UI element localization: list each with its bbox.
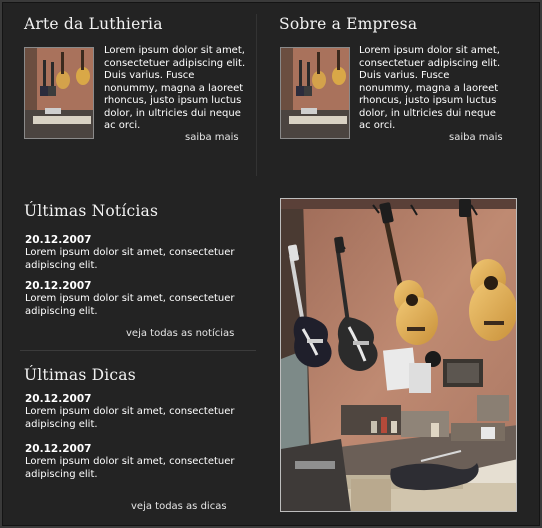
- empresa-thumbnail: [280, 47, 350, 139]
- empresa-text: Lorem ipsum dolor sit amet, consectetuer…: [359, 45, 501, 131]
- news-text[interactable]: Lorem ipsum dolor sit amet, consectetuer…: [25, 293, 235, 318]
- section-title-noticias: Últimas Notícias: [24, 202, 159, 220]
- section-divider: [20, 350, 256, 351]
- news-date: 20.12.2007: [25, 234, 92, 246]
- tip-date: 20.12.2007: [25, 393, 92, 405]
- section-title-luthieria: Arte da Luthieria: [24, 15, 163, 33]
- luthieria-text: Lorem ipsum dolor sit amet, consectetuer…: [104, 45, 246, 131]
- tip-date: 20.12.2007: [25, 443, 92, 455]
- tip-text[interactable]: Lorem ipsum dolor sit amet, consectetuer…: [25, 456, 235, 481]
- all-tips-link[interactable]: veja todas as dicas: [131, 501, 227, 512]
- tip-text[interactable]: Lorem ipsum dolor sit amet, consectetuer…: [25, 406, 235, 431]
- empresa-more-link[interactable]: saiba mais: [449, 132, 503, 143]
- luthieria-thumbnail: [24, 47, 94, 139]
- news-text[interactable]: Lorem ipsum dolor sit amet, consectetuer…: [25, 247, 235, 272]
- all-news-link[interactable]: veja todas as notícias: [126, 328, 234, 339]
- workshop-photo: [280, 198, 517, 512]
- column-divider: [256, 14, 257, 176]
- section-title-empresa: Sobre a Empresa: [279, 15, 418, 33]
- news-date: 20.12.2007: [25, 280, 92, 292]
- section-title-dicas: Últimas Dicas: [24, 366, 136, 384]
- luthieria-more-link[interactable]: saiba mais: [185, 132, 239, 143]
